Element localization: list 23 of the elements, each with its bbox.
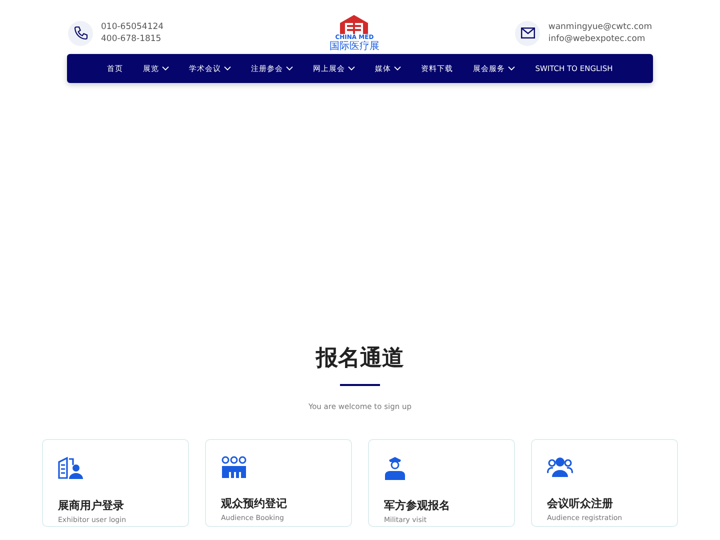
card-title: 观众预约登记 bbox=[221, 496, 287, 511]
email-address: wanmingyue@cwtc.com bbox=[548, 21, 652, 33]
people-icon bbox=[547, 456, 573, 478]
phone-number: 010-65054124 bbox=[101, 21, 164, 33]
logo-icon bbox=[338, 14, 370, 34]
caret-icon bbox=[348, 66, 356, 71]
caret-icon bbox=[224, 66, 232, 71]
phone-icon bbox=[68, 20, 93, 46]
caret-icon bbox=[162, 66, 170, 71]
card-title: 军方参观报名 bbox=[384, 498, 450, 513]
mail-icon bbox=[515, 20, 540, 46]
caret-icon bbox=[286, 66, 294, 71]
phone-number: 400-678-1815 bbox=[101, 33, 162, 45]
caret-icon bbox=[394, 66, 402, 71]
section-title: 报名通道 bbox=[314, 345, 405, 373]
building-person-icon bbox=[58, 456, 84, 480]
officer-icon bbox=[384, 456, 406, 480]
email-address: info@webexpotec.com bbox=[548, 33, 646, 45]
group-icon bbox=[221, 456, 247, 478]
card-title: 会议听众注册 bbox=[547, 496, 613, 511]
logo-subtitle: 国际医疗展 bbox=[329, 41, 380, 52]
card-title: 展商用户登录 bbox=[58, 498, 124, 513]
caret-icon bbox=[508, 66, 516, 71]
